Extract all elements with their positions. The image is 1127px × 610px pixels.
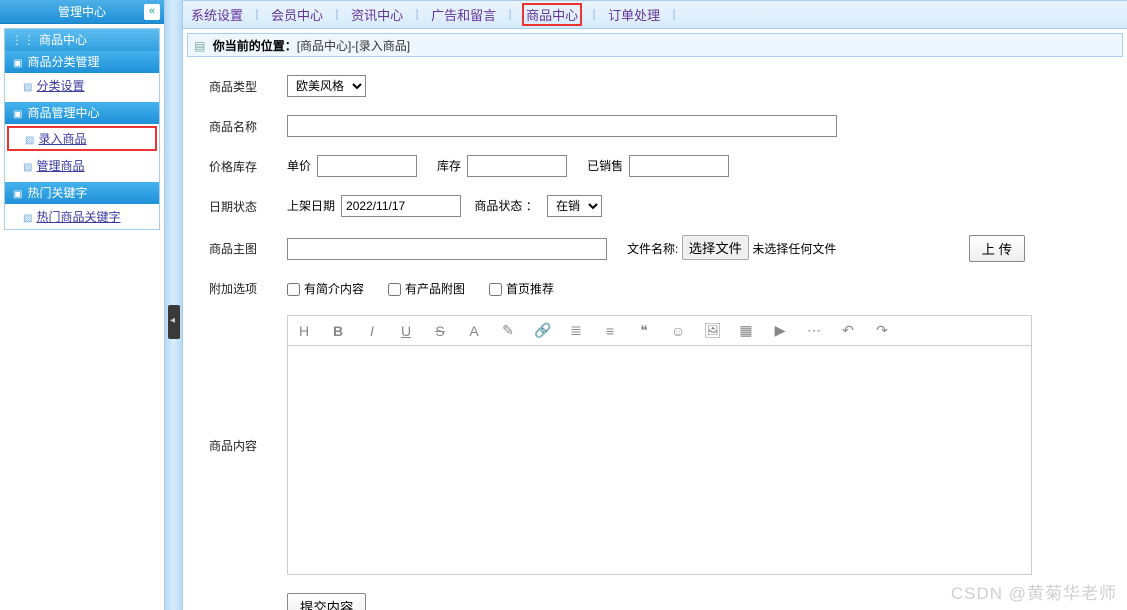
- sidebar-section-header[interactable]: 商品分类管理: [5, 51, 159, 73]
- editor-tool-icon[interactable]: U: [398, 323, 414, 339]
- extra-option-checkbox[interactable]: [388, 283, 401, 296]
- product-type-select[interactable]: 欧美风格: [287, 75, 366, 97]
- sidebar-tree: 商品中心 商品分类管理分类设置商品管理中心录入商品管理商品热门关键字热门商品关键…: [4, 28, 160, 230]
- label-listing-date: 上架日期: [287, 199, 335, 213]
- nav-separator: 丨: [331, 6, 343, 23]
- product-status-select[interactable]: 在销: [547, 195, 602, 217]
- sidebar-item[interactable]: 管理商品: [5, 153, 159, 178]
- editor-tool-icon[interactable]: ↶: [840, 322, 856, 339]
- label-date-status: 日期状态: [189, 187, 279, 225]
- splitter[interactable]: [165, 0, 183, 610]
- editor-tool-icon[interactable]: 🔗: [534, 322, 550, 339]
- sidebar-title-text: 管理中心: [58, 5, 106, 19]
- nav-separator: 丨: [588, 6, 600, 23]
- topnav-item[interactable]: 广告和留言: [429, 3, 498, 26]
- label-product-type: 商品类型: [189, 67, 279, 105]
- topnav-item[interactable]: 会员中心: [269, 3, 325, 26]
- sidebar-section-header[interactable]: 商品管理中心: [5, 102, 159, 124]
- label-sold: 已销售: [587, 159, 623, 173]
- choose-file-button[interactable]: 选择文件: [682, 235, 749, 260]
- label-product-status: 商品状态 ：: [474, 199, 537, 213]
- editor-tool-icon[interactable]: ↷: [874, 322, 890, 339]
- sidebar-item-link[interactable]: 录入商品: [38, 132, 86, 146]
- unit-price-input[interactable]: [317, 155, 417, 177]
- main-image-path-input[interactable]: [287, 238, 607, 260]
- editor-tool-icon[interactable]: A: [466, 323, 482, 339]
- nav-separator: 丨: [251, 6, 263, 23]
- main-area: 系统设置丨会员中心丨资讯中心丨广告和留言丨商品中心丨订单处理丨 你当前的位置：[…: [183, 0, 1127, 610]
- sidebar-item[interactable]: 热门商品关键字: [5, 204, 159, 229]
- editor-tool-icon[interactable]: B: [330, 323, 346, 339]
- editor-tool-icon[interactable]: S: [432, 323, 448, 339]
- editor-tool-icon[interactable]: ▶: [772, 322, 788, 339]
- label-extra-options: 附加选项: [189, 272, 279, 305]
- breadcrumb-path: [商品中心]-[录入商品]: [297, 39, 410, 53]
- editor-textarea[interactable]: [287, 345, 1032, 575]
- tree-root[interactable]: 商品中心: [5, 29, 159, 51]
- submit-button[interactable]: 提交内容: [287, 593, 366, 610]
- topnav-item[interactable]: 商品中心: [522, 3, 582, 26]
- label-main-image: 商品主图: [189, 227, 279, 270]
- editor-tool-icon[interactable]: ⋯: [806, 322, 822, 339]
- editor-tool-icon[interactable]: ✎: [500, 322, 516, 339]
- breadcrumb-prefix: 你当前的位置：: [213, 39, 297, 53]
- sidebar-item-link[interactable]: 分类设置: [36, 79, 84, 93]
- editor-tool-icon[interactable]: H: [296, 323, 312, 339]
- stock-input[interactable]: [467, 155, 567, 177]
- editor-tool-icon[interactable]: ❝: [636, 322, 652, 339]
- editor-tool-icon[interactable]: ≡: [602, 323, 618, 339]
- nav-separator: 丨: [411, 6, 423, 23]
- upload-button[interactable]: 上 传: [969, 235, 1025, 262]
- editor-tool-icon[interactable]: 🖼: [704, 322, 720, 339]
- extra-option[interactable]: 有简介内容: [287, 282, 364, 296]
- topnav-item[interactable]: 资讯中心: [349, 3, 405, 26]
- topnav-item[interactable]: 订单处理: [606, 3, 662, 26]
- sidebar-section-header[interactable]: 热门关键字: [5, 182, 159, 204]
- nav-separator: 丨: [668, 6, 680, 23]
- sidebar-item-link[interactable]: 管理商品: [36, 159, 84, 173]
- extra-option[interactable]: 有产品附图: [388, 282, 465, 296]
- editor-toolbar: H B I U S A ✎ 🔗 ≣ ≡ ❝ ☺ 🖼 ▦ ▶ ⋯ ↶ ↷: [287, 315, 1032, 345]
- label-filename: 文件名称:: [627, 242, 678, 256]
- sidebar: 管理中心 « 商品中心 商品分类管理分类设置商品管理中心录入商品管理商品热门关键…: [0, 0, 165, 610]
- product-name-input[interactable]: [287, 115, 837, 137]
- label-stock: 库存: [437, 159, 461, 173]
- sidebar-item-link[interactable]: 热门商品关键字: [36, 210, 120, 224]
- top-nav: 系统设置丨会员中心丨资讯中心丨广告和留言丨商品中心丨订单处理丨: [183, 1, 1127, 29]
- editor-tool-icon[interactable]: ▦: [738, 322, 754, 339]
- extra-option-checkbox[interactable]: [489, 283, 502, 296]
- label-product-content: 商品内容: [189, 307, 279, 583]
- label-product-name: 商品名称: [189, 107, 279, 145]
- editor-tool-icon[interactable]: I: [364, 323, 380, 339]
- sold-input[interactable]: [629, 155, 729, 177]
- splitter-handle-icon[interactable]: [168, 305, 180, 339]
- no-file-text: 未选择任何文件: [752, 242, 836, 256]
- listing-date-input[interactable]: [341, 195, 461, 217]
- sidebar-collapse-icon[interactable]: «: [144, 4, 160, 20]
- editor-tool-icon[interactable]: ≣: [568, 322, 584, 339]
- nav-separator: 丨: [504, 6, 516, 23]
- editor-tool-icon[interactable]: ☺: [670, 323, 686, 339]
- sidebar-title: 管理中心 «: [0, 0, 164, 24]
- content: 你当前的位置：[商品中心]-[录入商品] 商品类型 欧美风格 商品名称 价格库存…: [183, 29, 1127, 610]
- breadcrumb: 你当前的位置：[商品中心]-[录入商品]: [187, 33, 1123, 57]
- label-unit-price: 单价: [287, 159, 311, 173]
- label-price-stock: 价格库存: [189, 147, 279, 185]
- extra-option[interactable]: 首页推荐: [489, 282, 554, 296]
- product-form: 商品类型 欧美风格 商品名称 价格库存 单价 库存: [187, 65, 1123, 610]
- sidebar-item[interactable]: 分类设置: [5, 73, 159, 98]
- topnav-item[interactable]: 系统设置: [189, 3, 245, 26]
- sidebar-item[interactable]: 录入商品: [7, 126, 157, 151]
- extra-option-checkbox[interactable]: [287, 283, 300, 296]
